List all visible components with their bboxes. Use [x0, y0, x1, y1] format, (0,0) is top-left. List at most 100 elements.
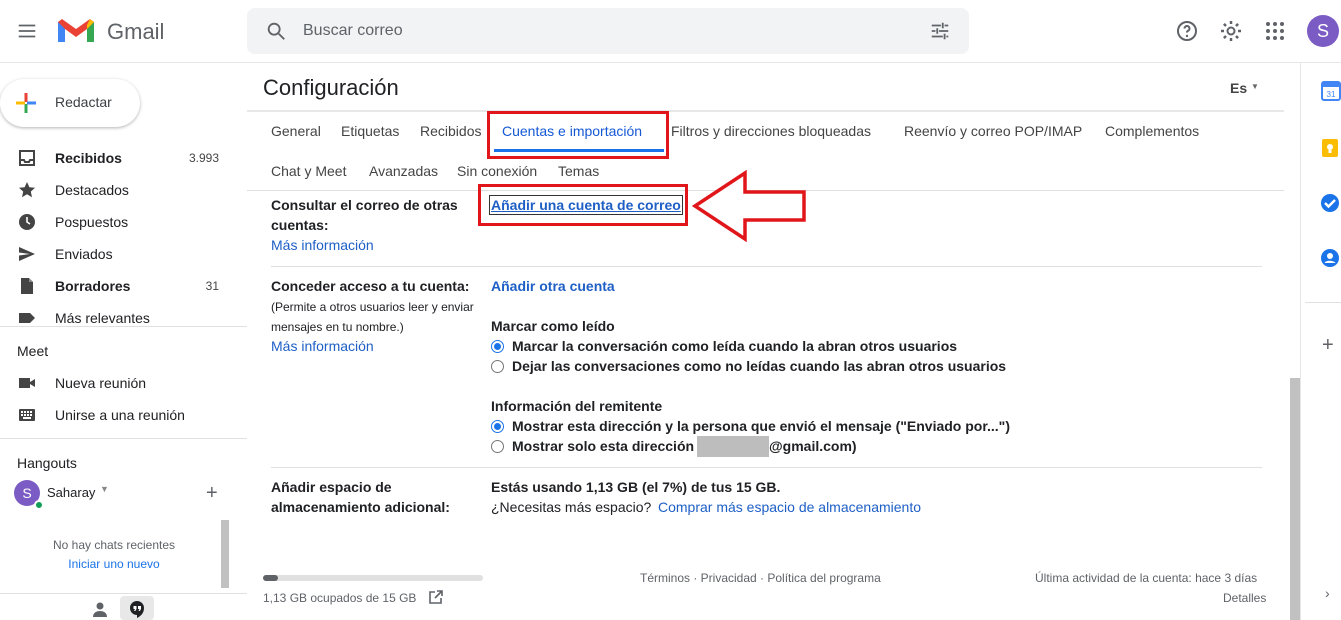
- mark-read-radio-1[interactable]: [491, 340, 504, 353]
- help-icon[interactable]: [1175, 19, 1199, 43]
- caret-down-icon: ▼: [1251, 82, 1259, 91]
- apps-grid-icon[interactable]: [1263, 19, 1287, 43]
- sidebar-item-label: Borradores: [55, 278, 131, 294]
- new-meeting-label: Nueva reunión: [55, 375, 147, 391]
- search-options-icon[interactable]: [929, 20, 951, 42]
- compose-label: Redactar: [55, 94, 112, 110]
- chevron-right-icon[interactable]: ›: [1325, 585, 1330, 601]
- account-avatar[interactable]: S: [1307, 15, 1339, 47]
- details-link[interactable]: Detalles: [1223, 591, 1266, 605]
- start-new-chat-link[interactable]: Iniciar uno nuevo: [0, 557, 228, 571]
- sender-radio-1[interactable]: [491, 420, 504, 433]
- divider: [0, 326, 247, 327]
- send-icon: [19, 247, 35, 261]
- footer-links[interactable]: Términos · Privacidad · Política del pro…: [640, 571, 881, 585]
- contacts-icon[interactable]: [1320, 248, 1340, 268]
- check-mail-label: Consultar el correo de otras cuentas:: [271, 197, 458, 233]
- sender-option-2-prefix[interactable]: Mostrar solo esta dirección (: [512, 438, 703, 454]
- tab-temas[interactable]: Temas: [558, 163, 599, 179]
- plus-icon: [16, 93, 36, 113]
- sidebar-item-borradores[interactable]: Borradores 31: [0, 270, 247, 302]
- highlight-box-link: [478, 184, 688, 226]
- chevron-down-icon[interactable]: ▼: [100, 484, 109, 494]
- tab-sin-conexion[interactable]: Sin conexión: [457, 163, 537, 179]
- sidebar-item-label: Enviados: [55, 246, 113, 262]
- storage-progress-bar: [263, 575, 483, 581]
- sidebar-item-destacados[interactable]: Destacados: [0, 174, 247, 206]
- sidebar-item-mas-relevantes[interactable]: Más relevantes: [0, 302, 247, 326]
- add-chat-icon[interactable]: +: [206, 482, 218, 505]
- menu-icon[interactable]: [16, 20, 38, 42]
- hangouts-user-name[interactable]: Saharay: [47, 485, 95, 500]
- search-bar[interactable]: [247, 8, 969, 54]
- compose-button[interactable]: Redactar: [0, 79, 140, 127]
- tab-reenvio[interactable]: Reenvío y correo POP/IMAP: [904, 123, 1082, 139]
- mark-read-radio-2[interactable]: [491, 360, 504, 373]
- check-mail-more-info-link[interactable]: Más información: [271, 237, 374, 253]
- draft-count: 31: [205, 279, 219, 293]
- calendar-icon[interactable]: 31: [1321, 81, 1341, 101]
- keyboard-icon: [19, 409, 35, 421]
- unread-count: 3.993: [188, 151, 219, 165]
- clock-icon: [19, 214, 35, 230]
- add-addon-icon[interactable]: +: [1322, 334, 1334, 357]
- new-meeting-item[interactable]: Nueva reunión: [0, 367, 247, 399]
- sender-option-2-suffix: @gmail.com): [769, 438, 857, 454]
- add-other-account-link[interactable]: Añadir otra cuenta: [491, 278, 615, 294]
- join-meeting-item[interactable]: Unirse a una reunión: [0, 399, 247, 431]
- person-icon[interactable]: [91, 600, 109, 618]
- open-external-icon[interactable]: [428, 589, 444, 605]
- keep-icon[interactable]: [1320, 138, 1340, 158]
- page-title: Configuración: [263, 75, 399, 100]
- hangouts-title: Hangouts: [17, 455, 77, 471]
- sidebar-item-recibidos[interactable]: Recibidos 3.993: [0, 142, 247, 174]
- mark-read-option-1[interactable]: Marcar la conversación como leída cuando…: [512, 338, 957, 354]
- no-chats-text: No hay chats recientes: [52, 538, 176, 552]
- sidebar-item-label: Más relevantes: [55, 310, 150, 326]
- tab-etiquetas[interactable]: Etiquetas: [341, 123, 399, 139]
- scrollbar[interactable]: [221, 520, 229, 588]
- sidebar-item-label: Pospuestos: [55, 214, 129, 230]
- draft-icon: [21, 278, 33, 294]
- online-status-dot: [34, 500, 44, 510]
- tab-chat-meet[interactable]: Chat y Meet: [271, 163, 346, 179]
- tab-general[interactable]: General: [271, 123, 321, 139]
- divider: [0, 438, 247, 439]
- grant-access-label: Conceder acceso a tu cuenta:: [271, 278, 470, 294]
- grant-access-more-info-link[interactable]: Más información: [271, 338, 374, 354]
- inbox-icon: [19, 150, 35, 166]
- video-camera-icon: [19, 378, 35, 388]
- gear-icon[interactable]: [1219, 19, 1243, 43]
- hangouts-icon[interactable]: [128, 600, 146, 618]
- divider: [271, 467, 1262, 468]
- svg-text:31: 31: [1327, 90, 1336, 99]
- mark-read-option-2[interactable]: Dejar las conversaciones como no leídas …: [512, 358, 1006, 374]
- sidebar-item-enviados[interactable]: Enviados: [0, 238, 247, 270]
- tab-recibidos[interactable]: Recibidos: [420, 123, 481, 139]
- storage-progress-fill: [263, 575, 279, 581]
- sender-option-1[interactable]: Mostrar esta dirección y la persona que …: [512, 418, 1010, 434]
- join-meeting-label: Unirse a una reunión: [55, 407, 185, 423]
- storage-usage: Estás usando 1,13 GB (el 7%) de tus 15 G…: [491, 479, 781, 495]
- tasks-icon[interactable]: [1320, 193, 1340, 213]
- search-icon[interactable]: [265, 20, 287, 42]
- storage-need-more: ¿Necesitas más espacio?: [491, 499, 652, 515]
- gmail-logo-icon[interactable]: [56, 16, 96, 46]
- sender-info-title: Información del remitente: [491, 398, 663, 414]
- mark-read-title: Marcar como leído: [491, 318, 615, 334]
- highlight-box-tab: [487, 111, 669, 159]
- tab-filtros[interactable]: Filtros y direcciones bloqueadas: [671, 123, 871, 139]
- content-scrollbar[interactable]: [1290, 378, 1300, 620]
- sender-radio-2[interactable]: [491, 440, 504, 453]
- redacted-email: [697, 436, 769, 457]
- buy-storage-link[interactable]: Comprar más espacio de almacenamiento: [658, 499, 921, 515]
- tab-complementos[interactable]: Complementos: [1105, 123, 1199, 139]
- grant-access-desc: (Permite a otros usuarios leer y enviar …: [271, 300, 474, 334]
- tab-avanzadas[interactable]: Avanzadas: [369, 163, 438, 179]
- language-label: Es: [1230, 80, 1248, 96]
- sidebar-item-label: Recibidos: [55, 150, 122, 166]
- storage-footer-text: 1,13 GB ocupados de 15 GB: [263, 591, 417, 605]
- search-input[interactable]: [303, 20, 863, 42]
- sidebar-item-pospuestos[interactable]: Pospuestos: [0, 206, 247, 238]
- language-selector[interactable]: Es ▼: [1230, 80, 1259, 96]
